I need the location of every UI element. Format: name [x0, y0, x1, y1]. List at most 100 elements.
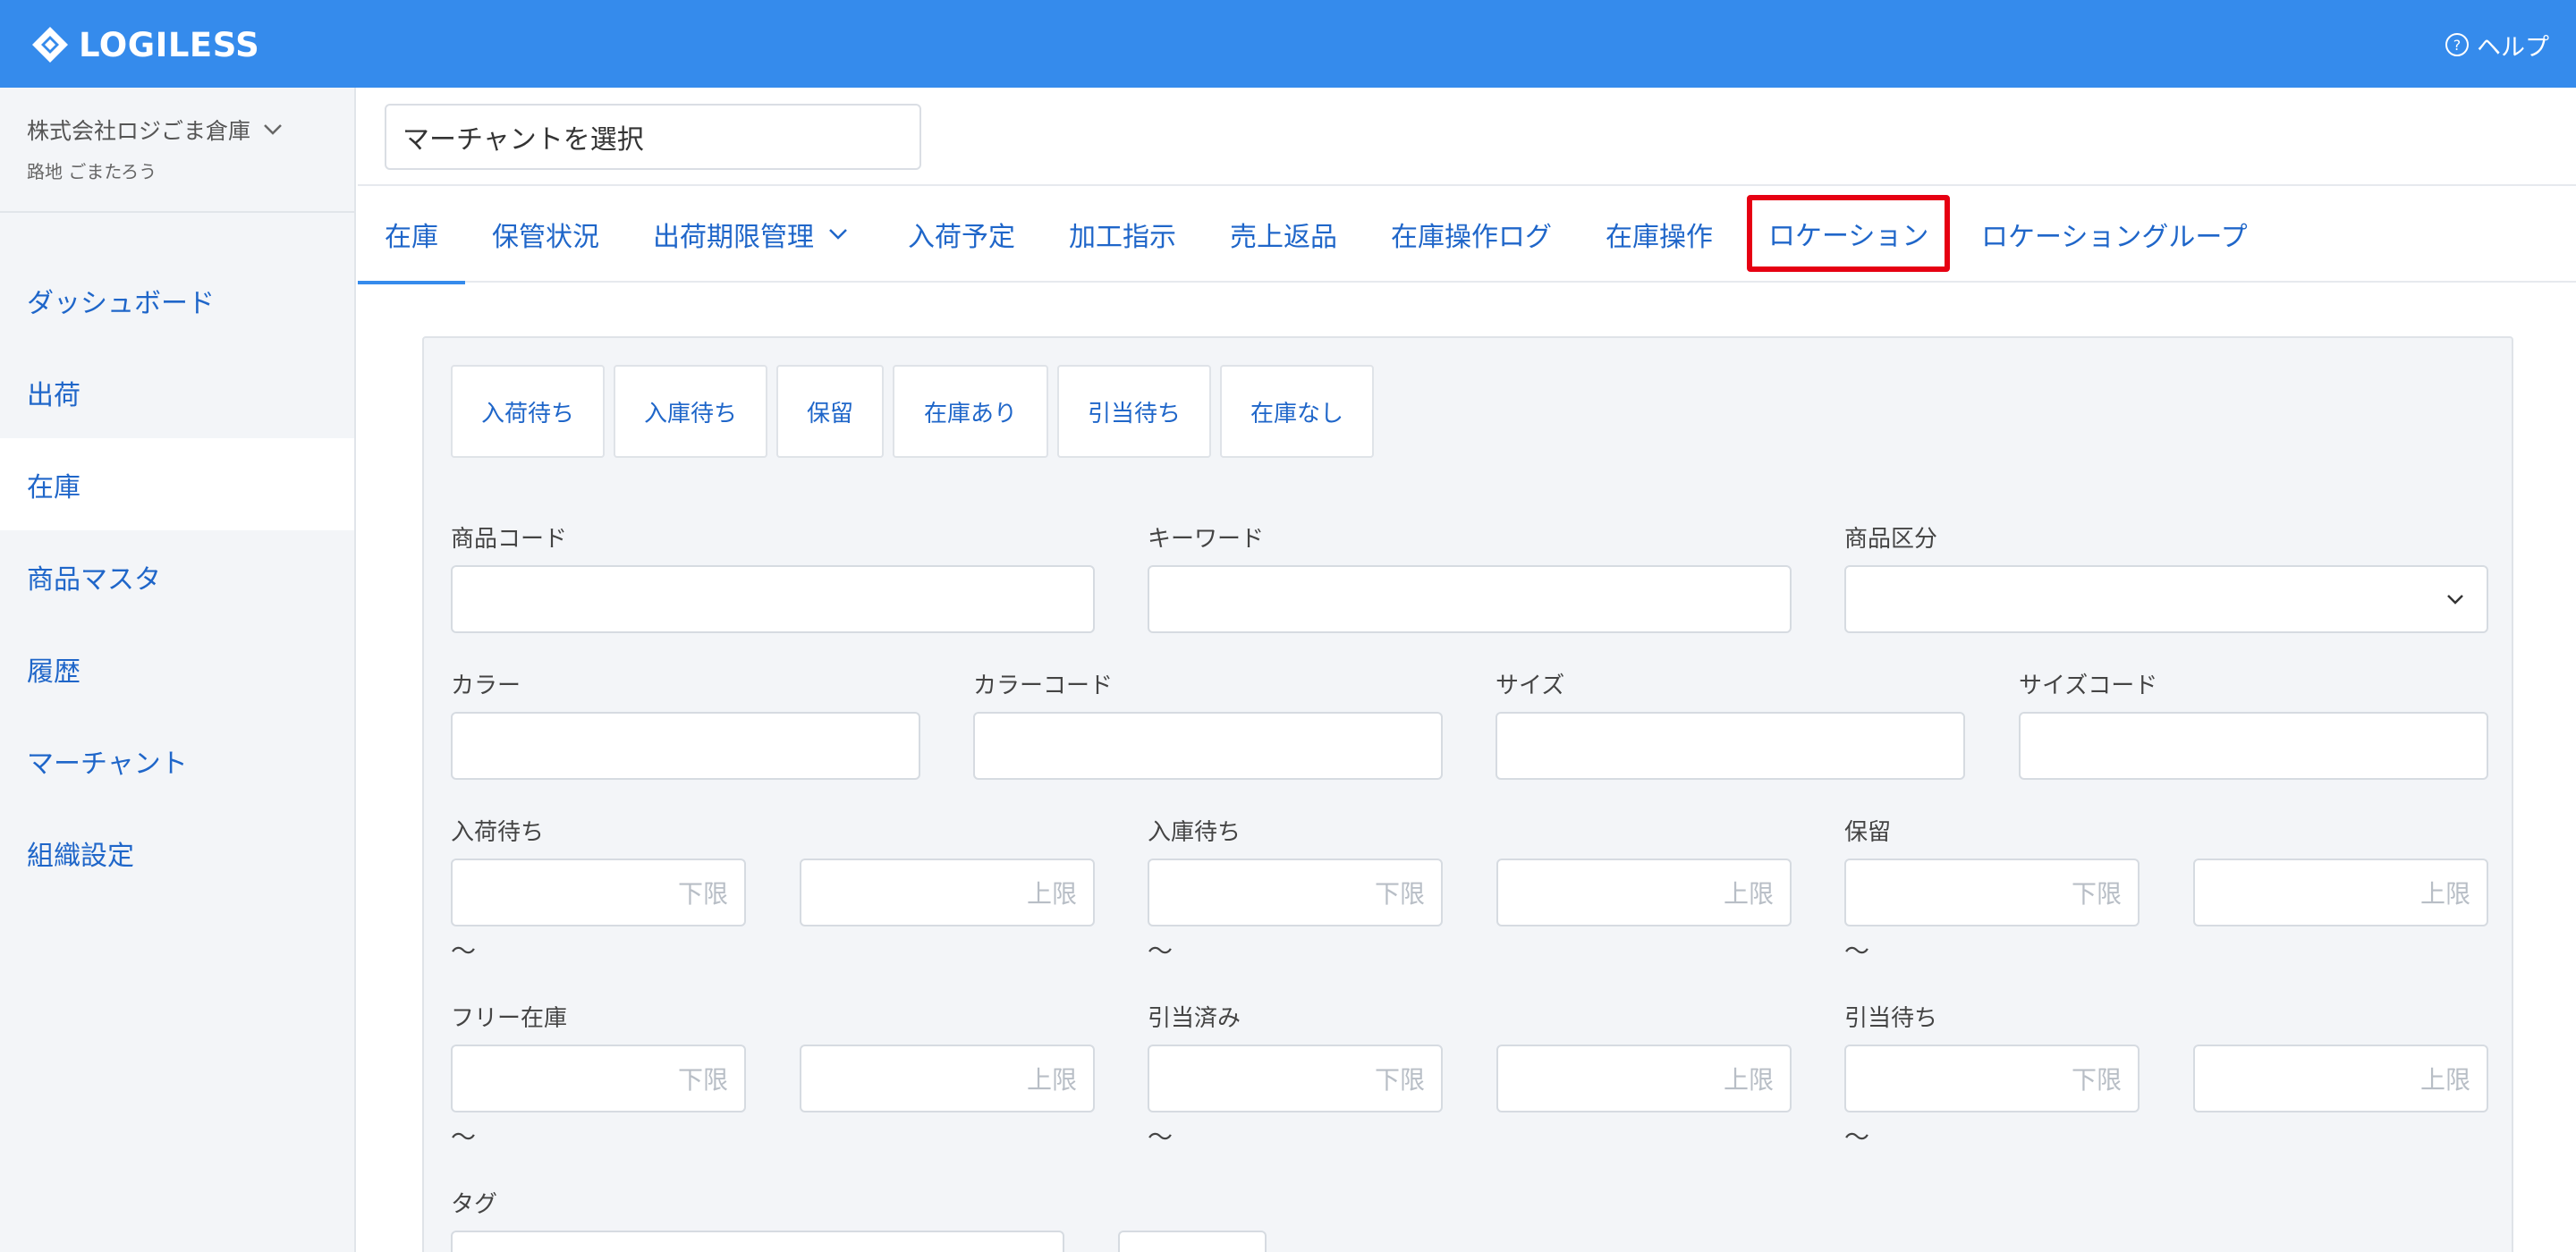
tab-label: 出荷期限管理 [653, 222, 814, 253]
tab-storage-status[interactable]: 保管状況 [492, 186, 599, 283]
main-content: マーチャントを選択 在庫 保管状況 出荷期限管理 入荷予定 加工指示 売上返品 … [358, 88, 2576, 1252]
free-stock-min-input[interactable]: 下限 [451, 1045, 746, 1112]
chevron-down-icon [264, 124, 282, 135]
top-bar: LOGILESS ? ヘルプ [0, 0, 2576, 88]
stock-in-waiting-min-input[interactable]: 下限 [1148, 859, 1443, 926]
color-code-label: カラーコード [973, 673, 1114, 699]
size-code-input[interactable] [2019, 712, 2488, 780]
range-separator: 〜 [451, 1122, 477, 1152]
size-input[interactable] [1496, 712, 1965, 780]
chevron-down-icon [829, 229, 847, 240]
allocation-waiting-max-input[interactable]: 上限 [2193, 1045, 2488, 1112]
range-separator: 〜 [1148, 936, 1174, 966]
product-category-select[interactable] [1844, 565, 2488, 633]
tab-label: ロケーション [1768, 221, 1929, 252]
org-name: 株式会社ロジごま倉庫 [27, 118, 251, 144]
sidebar-item-inventory[interactable]: 在庫 [0, 438, 354, 530]
merchant-select[interactable]: マーチャントを選択 [385, 104, 921, 170]
max-placeholder: 上限 [1723, 879, 1774, 909]
logo-text: LOGILESS [79, 25, 260, 64]
tab-label: 加工指示 [1069, 222, 1176, 253]
range-separator: 〜 [1844, 936, 1870, 966]
help-link[interactable]: ? ヘルプ [2445, 27, 2549, 63]
arrival-waiting-min-input[interactable]: 下限 [451, 859, 746, 926]
org-user: 路地 ごまたろう [27, 161, 157, 182]
tab-inventory[interactable]: 在庫 [358, 186, 465, 284]
search-panel: 入荷待ち 入庫待ち 保留 在庫あり 引当待ち 在庫なし 商品コード キーワード … [422, 336, 2513, 1252]
sidebar-item-org-settings[interactable]: 組織設定 [0, 807, 354, 899]
min-placeholder: 下限 [2071, 879, 2122, 909]
allocated-min-input[interactable]: 下限 [1148, 1045, 1443, 1112]
tab-label: 在庫操作ログ [1391, 222, 1552, 253]
size-label: サイズ [1496, 673, 1565, 699]
product-code-input[interactable] [451, 565, 1095, 633]
tab-bar: 在庫 保管状況 出荷期限管理 入荷予定 加工指示 売上返品 在庫操作ログ 在庫操… [358, 186, 2576, 284]
tab-location-group[interactable]: ロケーショングループ [1981, 186, 2248, 283]
free-stock-max-input[interactable]: 上限 [800, 1045, 1095, 1112]
range-separator: 〜 [451, 936, 477, 966]
range-separator: 〜 [1148, 1122, 1174, 1152]
svg-text:?: ? [2453, 37, 2462, 54]
sidebar-item-shipping[interactable]: 出荷 [0, 346, 354, 438]
help-icon: ? [2445, 33, 2469, 56]
hold-label: 保留 [1844, 819, 1892, 846]
sidebar-nav: ダッシュボード 出荷 在庫 商品マスタ 履歴 マーチャント 組織設定 [0, 254, 354, 899]
max-placeholder: 上限 [2419, 879, 2470, 909]
sidebar-item-products[interactable]: 商品マスタ [0, 530, 354, 622]
logo[interactable]: LOGILESS [29, 21, 259, 68]
min-placeholder: 下限 [2071, 1065, 2122, 1095]
filter-stock-in-waiting-button[interactable]: 入庫待ち [614, 365, 767, 458]
sidebar: 株式会社ロジごま倉庫 路地 ごまたろう ダッシュボード 出荷 在庫 商品マスタ … [0, 88, 356, 1252]
stock-in-waiting-max-input[interactable]: 上限 [1496, 859, 1792, 926]
tag-label: タグ [451, 1191, 498, 1218]
tab-inventory-operation[interactable]: 在庫操作 [1606, 186, 1713, 283]
logo-icon [32, 27, 68, 63]
hold-max-input[interactable]: 上限 [2193, 859, 2488, 926]
max-placeholder: 上限 [1723, 1065, 1774, 1095]
help-label: ヘルプ [2477, 33, 2549, 62]
color-code-input[interactable] [973, 712, 1443, 780]
allocation-waiting-min-input[interactable]: 下限 [1844, 1045, 2140, 1112]
filter-in-stock-button[interactable]: 在庫あり [893, 365, 1048, 458]
tab-sales-returns[interactable]: 売上返品 [1230, 186, 1337, 283]
filter-hold-button[interactable]: 保留 [776, 365, 884, 458]
tab-label: 保管状況 [492, 222, 599, 253]
allocated-max-input[interactable]: 上限 [1496, 1045, 1792, 1112]
hold-min-input[interactable]: 下限 [1844, 859, 2140, 926]
tab-label: 売上返品 [1230, 222, 1337, 253]
color-input[interactable] [451, 712, 920, 780]
tab-label: 入荷予定 [908, 222, 1015, 253]
min-placeholder: 下限 [1374, 879, 1425, 909]
keyword-label: キーワード [1148, 526, 1265, 553]
filter-arrival-waiting-button[interactable]: 入荷待ち [451, 365, 605, 458]
keyword-input[interactable] [1148, 565, 1792, 633]
tab-label: 在庫操作 [1606, 222, 1713, 253]
sidebar-item-history[interactable]: 履歴 [0, 622, 354, 715]
arrival-waiting-label: 入荷待ち [451, 819, 545, 846]
chevron-down-icon [2447, 595, 2463, 605]
free-stock-label: フリー在庫 [451, 1005, 568, 1032]
tag-mode-select[interactable] [1118, 1231, 1267, 1252]
merchant-bar: マーチャントを選択 [358, 88, 2576, 186]
min-placeholder: 下限 [1374, 1065, 1425, 1095]
tab-label: 在庫 [385, 222, 438, 253]
tab-inventory-log[interactable]: 在庫操作ログ [1391, 186, 1552, 283]
sidebar-item-dashboard[interactable]: ダッシュボード [0, 254, 354, 346]
org-switcher[interactable]: 株式会社ロジごま倉庫 路地 ごまたろう [27, 114, 331, 183]
max-placeholder: 上限 [1026, 1065, 1077, 1095]
max-placeholder: 上限 [1026, 879, 1077, 909]
min-placeholder: 下限 [677, 1065, 728, 1095]
filter-allocation-waiting-button[interactable]: 引当待ち [1057, 365, 1211, 458]
tab-processing[interactable]: 加工指示 [1069, 186, 1176, 283]
tag-input[interactable] [451, 1231, 1064, 1252]
tab-shipping-deadline[interactable]: 出荷期限管理 [653, 186, 852, 283]
tab-location[interactable]: ロケーション [1747, 195, 1951, 272]
range-separator: 〜 [1844, 1122, 1870, 1152]
arrival-waiting-max-input[interactable]: 上限 [800, 859, 1095, 926]
app-root: LOGILESS ? ヘルプ 株式会社ロジごま倉庫 路地 ごまたろう ダッシュボ… [0, 0, 2576, 1252]
stock-in-waiting-label: 入庫待ち [1148, 819, 1241, 846]
filter-out-of-stock-button[interactable]: 在庫なし [1220, 365, 1374, 458]
tab-arrival-schedule[interactable]: 入荷予定 [908, 186, 1015, 283]
color-label: カラー [451, 673, 521, 699]
sidebar-item-merchant[interactable]: マーチャント [0, 715, 354, 807]
